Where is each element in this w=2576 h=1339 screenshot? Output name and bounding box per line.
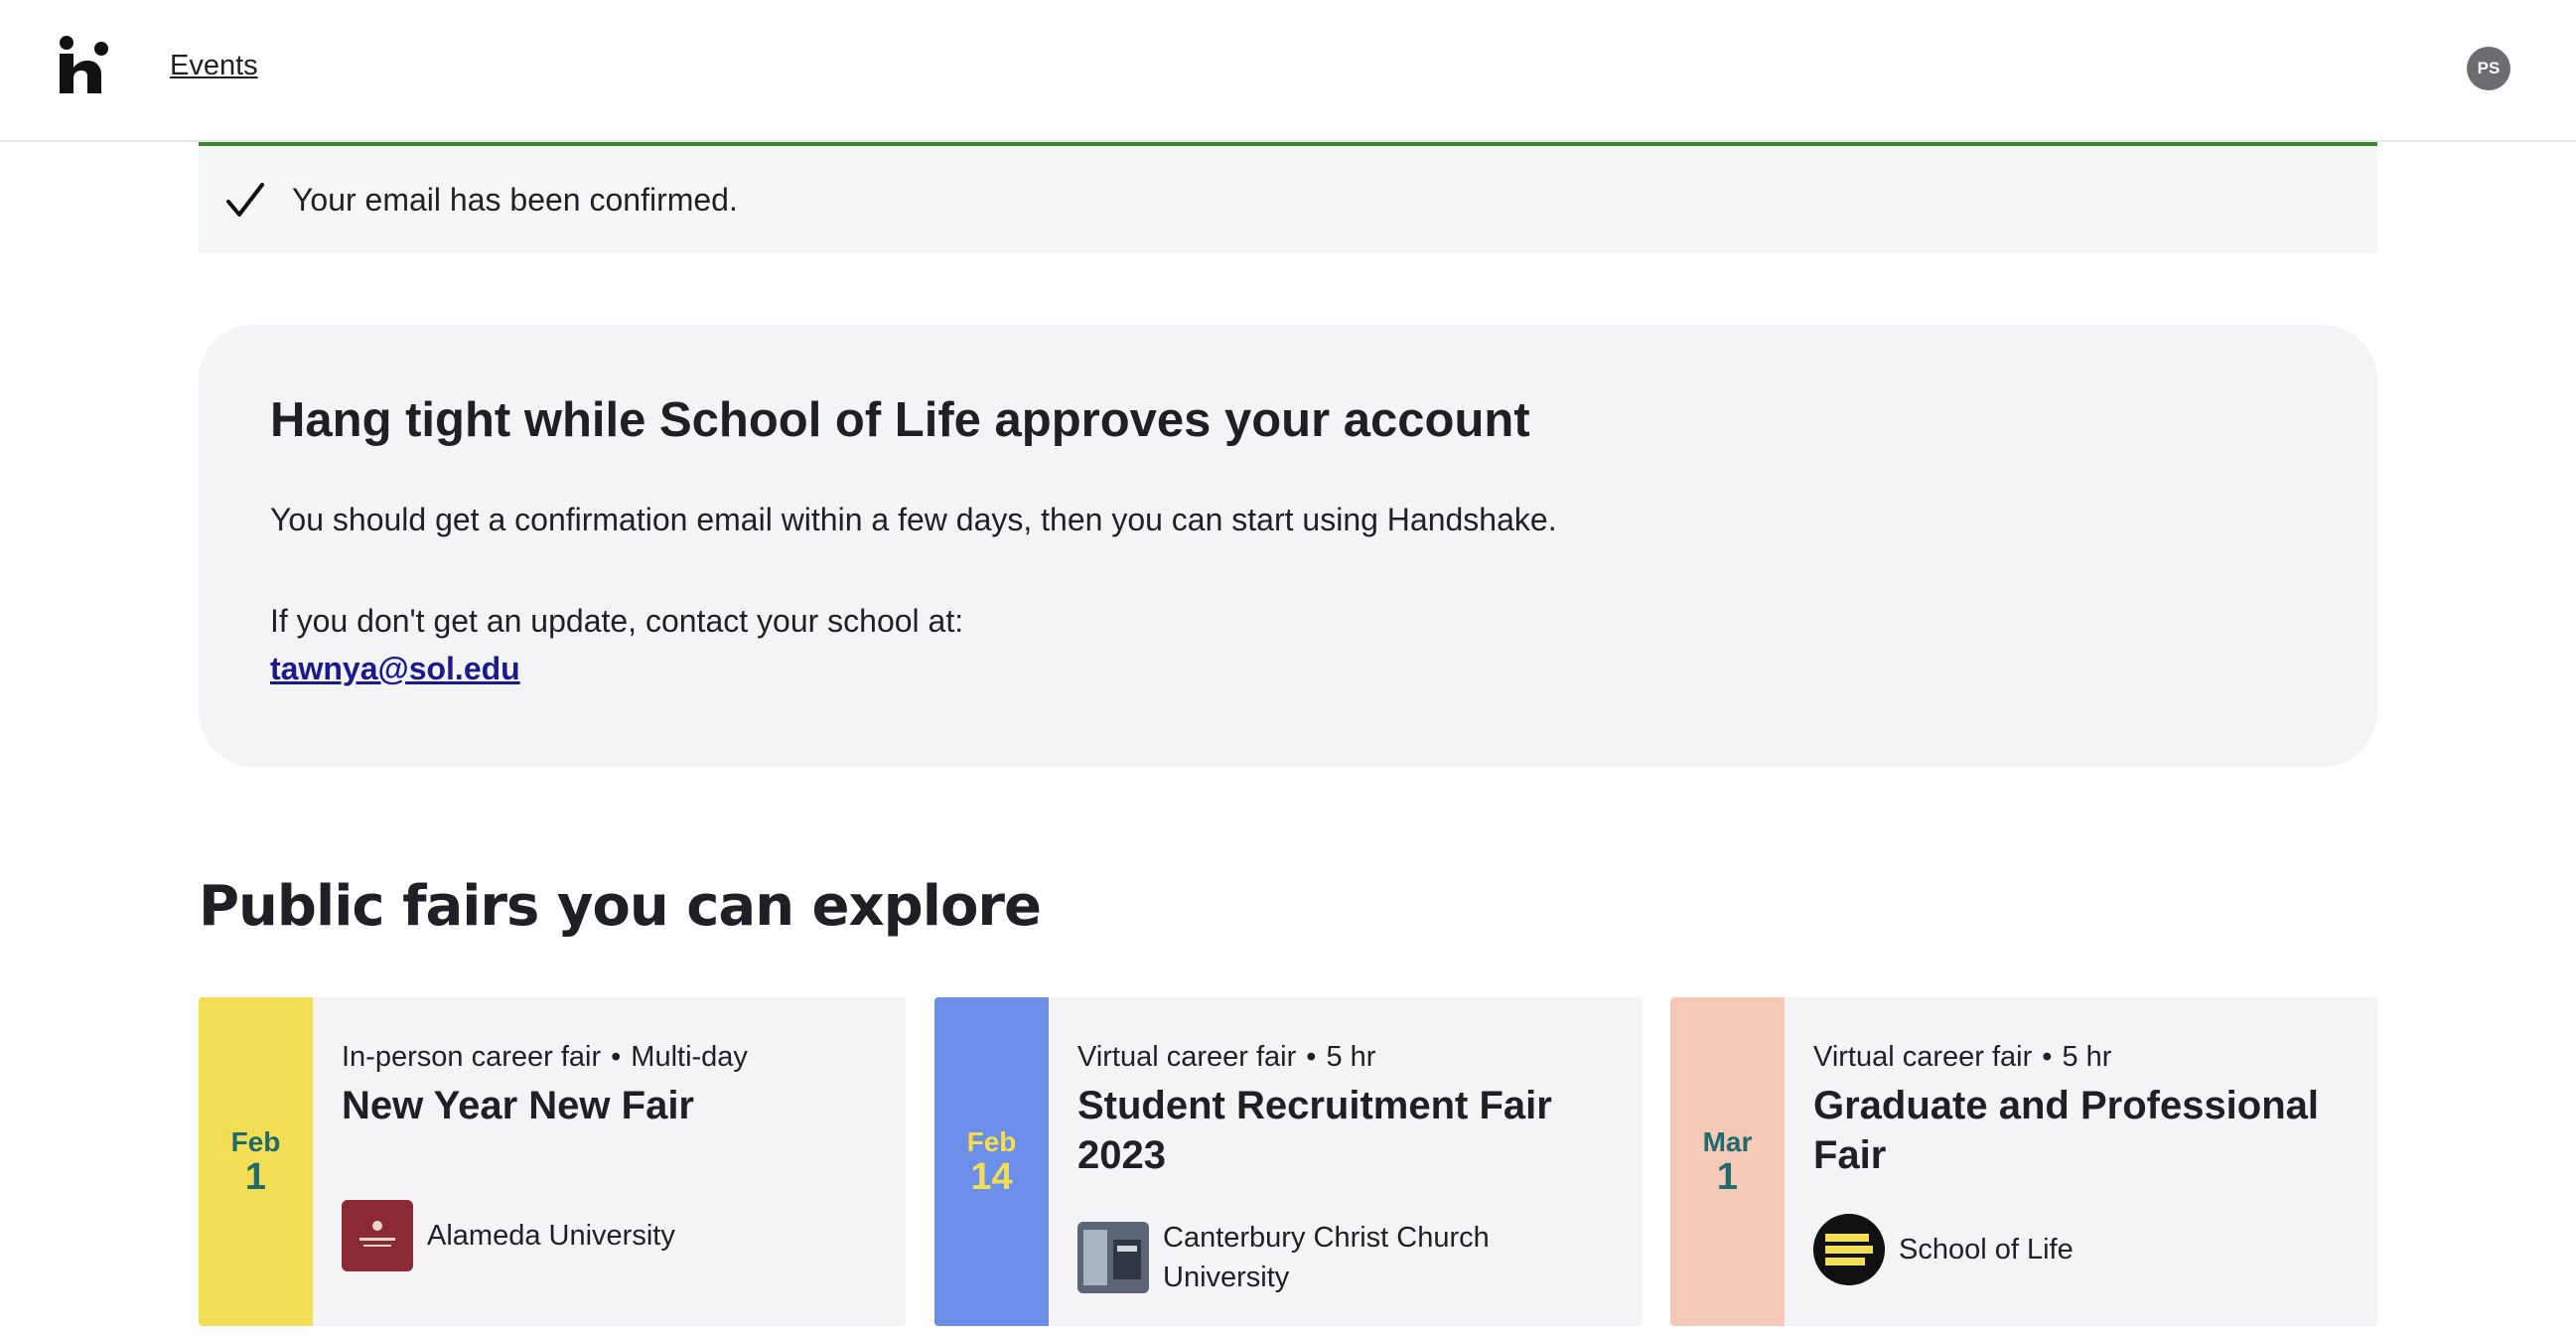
fair-title[interactable]: Student Recruitment Fair 2023 bbox=[1077, 1081, 1624, 1180]
fair-card[interactable]: Mar 1 Virtual career fair • 5 hr Graduate … bbox=[1670, 997, 2377, 1326]
pending-title: Hang tight while School of Life approves… bbox=[270, 393, 1530, 447]
separator-dot-icon: • bbox=[1306, 1041, 1317, 1073]
email-confirmed-banner: Your email has been confirmed. bbox=[199, 142, 2377, 253]
fair-duration: Multi-day bbox=[631, 1041, 748, 1073]
fair-month: Feb bbox=[230, 1125, 281, 1157]
handshake-logo-icon[interactable] bbox=[58, 36, 111, 93]
canterbury-university-logo bbox=[1077, 1222, 1149, 1293]
separator-dot-icon: • bbox=[611, 1041, 622, 1073]
fair-card[interactable]: Feb 14 Virtual career fair • 5 hr Student … bbox=[934, 997, 1642, 1326]
fair-meta: Virtual career fair • 5 hr bbox=[1813, 1041, 2111, 1074]
fair-month: Feb bbox=[966, 1125, 1017, 1157]
alameda-university-logo bbox=[342, 1200, 413, 1271]
fair-type: In-person career fair bbox=[342, 1041, 602, 1073]
fair-month: Mar bbox=[1702, 1125, 1753, 1157]
fair-type: Virtual career fair bbox=[1077, 1041, 1297, 1073]
nav-events-link[interactable]: Events bbox=[170, 50, 258, 82]
banner-message: Your email has been confirmed. bbox=[292, 182, 738, 218]
fair-day: 14 bbox=[970, 1155, 1013, 1198]
fair-title[interactable]: New Year New Fair bbox=[342, 1081, 888, 1130]
fair-organizer: School of Life bbox=[1813, 1214, 2074, 1285]
checkmark-icon bbox=[224, 180, 266, 222]
school-contact-email-link[interactable]: tawnya@sol.edu bbox=[270, 651, 520, 687]
fair-type: Virtual career fair bbox=[1813, 1041, 2033, 1073]
fair-organizer: Alameda University bbox=[342, 1200, 675, 1271]
fair-organizer: Canterbury Christ Church University bbox=[1077, 1218, 1560, 1297]
fair-meta: Virtual career fair • 5 hr bbox=[1077, 1041, 1375, 1074]
fair-org-name: Alameda University bbox=[427, 1220, 675, 1252]
fair-duration: 5 hr bbox=[1326, 1041, 1376, 1073]
fair-title[interactable]: Graduate and Professional Fair bbox=[1813, 1081, 2360, 1180]
pending-description: You should get a confirmation email with… bbox=[270, 502, 1557, 537]
fair-card[interactable]: Feb 1 In-person career fair • Multi-day Ne… bbox=[199, 997, 906, 1326]
fair-org-name: Canterbury Christ Church University bbox=[1163, 1222, 1490, 1293]
separator-dot-icon: • bbox=[2042, 1041, 2053, 1073]
fair-date-badge: Feb 1 bbox=[199, 997, 313, 1326]
fair-date-badge: Mar 1 bbox=[1670, 997, 1785, 1326]
fair-date-badge: Feb 14 bbox=[934, 997, 1049, 1326]
fair-day: 1 bbox=[1716, 1155, 1739, 1198]
avatar-initials: PS bbox=[2477, 59, 2501, 77]
public-fairs-heading: Public fairs you can explore bbox=[199, 874, 1042, 939]
account-pending-card: Hang tight while School of Life approves… bbox=[199, 325, 2377, 767]
top-nav: Events PS bbox=[0, 0, 2576, 142]
fair-org-name: School of Life bbox=[1899, 1234, 2074, 1265]
fair-day: 1 bbox=[244, 1155, 267, 1198]
fair-duration: 5 hr bbox=[2062, 1041, 2112, 1073]
user-avatar[interactable]: PS bbox=[2467, 47, 2510, 90]
fair-meta: In-person career fair • Multi-day bbox=[342, 1041, 748, 1074]
school-of-life-logo bbox=[1813, 1214, 1885, 1285]
pending-contact-text: If you don't get an update, contact your… bbox=[270, 603, 964, 639]
